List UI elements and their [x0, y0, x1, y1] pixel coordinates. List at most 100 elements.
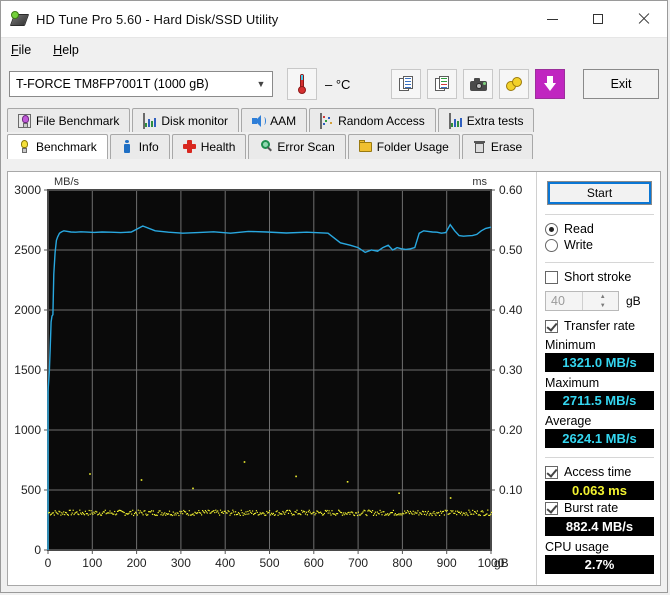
random-dots-icon [320, 112, 333, 129]
temperature-value: – °C [325, 76, 351, 92]
drive-select[interactable]: T-FORCE TM8FP7001T (1000 gB) ▼ [9, 71, 273, 97]
svg-text:0: 0 [34, 543, 41, 557]
svg-text:300: 300 [171, 556, 191, 570]
temperature-button[interactable] [287, 68, 317, 100]
svg-text:0: 0 [45, 556, 52, 570]
svg-text:1000: 1000 [14, 423, 41, 437]
menu-file[interactable]: File [11, 43, 31, 57]
tab-random-access-label: Random Access [338, 113, 425, 128]
info-icon [121, 140, 134, 154]
short-stroke-label: Short stroke [564, 270, 632, 284]
window-controls [529, 1, 667, 37]
screenshot-camera-icon [469, 77, 487, 91]
start-button-label: Start [586, 186, 613, 200]
stepper-buttons[interactable]: ▲ ▼ [581, 292, 619, 310]
tab-random-access[interactable]: Random Access [309, 108, 436, 132]
magnifier-icon [259, 140, 273, 154]
extra-chart-icon [448, 112, 462, 129]
checkbox-access-time[interactable]: Access time [545, 465, 654, 479]
coins-icon [505, 76, 523, 92]
svg-text:600: 600 [304, 556, 324, 570]
tab-extra-tests-label: Extra tests [466, 113, 524, 128]
svg-text:3000: 3000 [14, 183, 41, 197]
tab-health-label: Health [200, 140, 236, 154]
copy-text-button[interactable] [391, 69, 421, 99]
copy-image-button[interactable] [427, 69, 457, 99]
title-bar: HD Tune Pro 5.60 - Hard Disk/SSD Utility [1, 1, 667, 38]
copy-text-icon [398, 76, 414, 92]
menu-bar: File Help [1, 38, 667, 62]
radio-write[interactable]: Write [545, 238, 654, 252]
tab-error-scan[interactable]: Error Scan [248, 134, 346, 159]
checkbox-transfer-rate[interactable]: Transfer rate [545, 319, 654, 333]
average-value: 2624.1 MB/s [545, 429, 654, 448]
checkbox-burst-rate[interactable]: Burst rate [545, 501, 654, 515]
tab-erase[interactable]: Erase [461, 134, 534, 159]
short-stroke-field[interactable]: 40 ▲ ▼ [545, 291, 619, 311]
trash-icon [473, 140, 486, 154]
svg-text:0.40: 0.40 [499, 303, 523, 317]
bulb-violet-icon [18, 113, 31, 128]
svg-text:400: 400 [215, 556, 235, 570]
cpu-usage-label: CPU usage [545, 540, 609, 554]
tab-file-benchmark[interactable]: File Benchmark [7, 108, 131, 132]
burst-rate-label: Burst rate [564, 501, 619, 515]
menu-help[interactable]: Help [53, 43, 79, 57]
exit-button[interactable]: Exit [583, 69, 659, 99]
short-stroke-unit: gB [626, 294, 641, 308]
transfer-rate-label: Transfer rate [564, 319, 636, 333]
tab-info[interactable]: Info [109, 134, 170, 159]
radio-write-label: Write [564, 238, 593, 252]
short-stroke-stepper[interactable]: 40 ▲ ▼ gB [545, 291, 654, 311]
hd-tune-window: HD Tune Pro 5.60 - Hard Disk/SSD Utility… [0, 0, 668, 593]
svg-text:2000: 2000 [14, 303, 41, 317]
transfer-rate-checkbox-icon [545, 319, 558, 333]
svg-text:700: 700 [348, 556, 368, 570]
tab-folder-usage[interactable]: Folder Usage [347, 134, 460, 159]
access-time-checkbox-icon [545, 465, 558, 479]
minimize-icon [546, 18, 558, 20]
minimize-button[interactable] [529, 1, 575, 37]
tab-erase-label: Erase [490, 140, 523, 154]
tab-file-benchmark-label: File Benchmark [36, 113, 120, 128]
tab-extra-tests[interactable]: Extra tests [437, 108, 535, 132]
tab-info-label: Info [138, 140, 159, 154]
start-button[interactable]: Start [547, 181, 652, 205]
maximize-button[interactable] [575, 1, 621, 37]
tab-folder-usage-label: Folder Usage [376, 140, 449, 154]
short-stroke-value: 40 [551, 294, 565, 308]
close-icon [638, 13, 650, 25]
tab-aam[interactable]: AAM [241, 108, 308, 132]
access-time-value: 0.063 ms [545, 481, 654, 500]
tab-strip: File Benchmark Disk monitor AAM Random A… [1, 106, 667, 159]
tab-disk-monitor[interactable]: Disk monitor [132, 108, 240, 132]
window-title: HD Tune Pro 5.60 - Hard Disk/SSD Utility [36, 11, 279, 27]
svg-text:500: 500 [21, 483, 41, 497]
svg-text:gB: gB [494, 556, 509, 570]
svg-text:ms: ms [472, 176, 487, 188]
cpu-usage-value: 2.7% [545, 555, 654, 574]
radio-read-icon [545, 222, 558, 236]
coins-button[interactable] [499, 69, 529, 99]
tab-benchmark[interactable]: Benchmark [7, 134, 108, 159]
menu-help-rest: elp [62, 43, 79, 57]
stepper-down-icon[interactable]: ▼ [588, 301, 619, 310]
exit-button-label: Exit [610, 77, 632, 91]
tab-benchmark-label: Benchmark [36, 140, 97, 154]
toolbar: T-FORCE TM8FP7001T (1000 gB) ▼ – °C Exit [1, 62, 667, 106]
close-button[interactable] [621, 1, 667, 37]
folder-icon [358, 140, 372, 154]
maximum-label: Maximum [545, 376, 600, 390]
stepper-up-icon[interactable]: ▲ [588, 292, 619, 301]
radio-write-icon [545, 238, 558, 252]
screenshot-button[interactable] [463, 69, 493, 99]
save-download-icon [543, 76, 557, 92]
radio-read-label: Read [564, 222, 594, 236]
checkbox-short-stroke[interactable]: Short stroke [545, 270, 654, 284]
svg-text:1500: 1500 [14, 363, 41, 377]
tab-health[interactable]: Health [171, 134, 247, 159]
red-cross-icon [182, 140, 196, 154]
short-stroke-checkbox-icon [545, 270, 558, 284]
radio-read[interactable]: Read [545, 222, 654, 236]
save-button[interactable] [535, 69, 565, 99]
